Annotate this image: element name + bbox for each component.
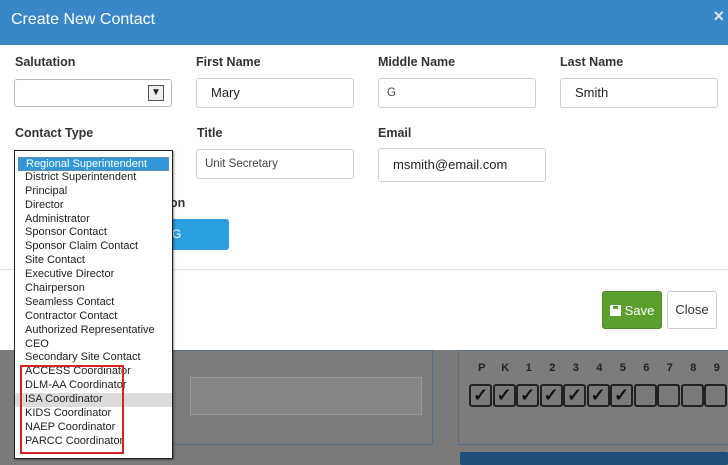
save-label: Save	[624, 302, 655, 318]
title-field[interactable]: Unit Secretary	[196, 149, 354, 179]
grade-checkbox[interactable]	[633, 384, 657, 407]
contact-type-option[interactable]: Principal	[15, 185, 172, 199]
grade-label: 1	[525, 362, 532, 374]
contact-type-option[interactable]: Sponsor Contact	[15, 226, 172, 240]
grade-label: 4	[596, 362, 603, 374]
grade-checkbox[interactable]: ✓	[539, 384, 563, 407]
save-disk-icon	[609, 304, 621, 316]
grade-labels: PK12345678910	[470, 362, 728, 374]
first-name-field[interactable]: Mary	[196, 78, 354, 108]
last-name-field[interactable]: Smith	[560, 78, 718, 108]
grade-checkbox[interactable]: ✓	[586, 384, 610, 407]
email-label: Email	[378, 126, 412, 140]
contact-type-label: Contact Type	[15, 126, 94, 140]
grade-label: 2	[549, 362, 556, 374]
grade-checkbox[interactable]	[657, 384, 680, 407]
background-input	[190, 377, 422, 415]
grade-checkbox[interactable]	[704, 384, 727, 407]
contact-type-option[interactable]: Authorized Representative	[15, 324, 172, 338]
contact-type-option[interactable]: Sponsor Claim Contact	[15, 240, 172, 254]
contact-type-dropdown[interactable]: Regional Superintendent District Superint…	[14, 150, 173, 459]
last-name-label: Last Name	[560, 55, 624, 69]
modal-title: Create New Contact	[11, 11, 156, 28]
contact-type-option[interactable]: NAEP Coordinator	[15, 421, 172, 435]
contact-type-option[interactable]: CEO	[15, 338, 172, 352]
contact-type-option[interactable]: KIDS Coordinator	[15, 407, 172, 421]
close-icon[interactable]: ×	[713, 6, 724, 27]
contact-type-option[interactable]: Director	[15, 199, 172, 213]
contact-type-option[interactable]: Contractor Contact	[15, 310, 172, 324]
grade-checkbox[interactable]: ✓	[469, 384, 492, 407]
first-name-label: First Name	[196, 55, 261, 69]
title-label: Title	[197, 126, 223, 140]
grade-label: K	[501, 362, 510, 374]
contact-type-option[interactable]: Administrator	[15, 213, 172, 227]
middle-name-label: Middle Name	[378, 55, 456, 69]
grade-checkbox[interactable]: ✓	[516, 384, 539, 407]
grade-label: 3	[572, 362, 579, 374]
contact-type-option[interactable]: DLM-AA Coordinator	[15, 379, 172, 393]
contact-type-option[interactable]: Secondary Site Contact	[15, 351, 172, 365]
grade-checkbox[interactable]: ✓	[610, 384, 633, 407]
grade-label: 7	[666, 362, 673, 374]
salutation-label: Salutation	[15, 55, 76, 69]
grade-label: 6	[643, 362, 650, 374]
grade-label: P	[478, 362, 486, 374]
contact-type-option[interactable]: District Superintendent	[15, 171, 172, 185]
contact-type-option[interactable]: PARCC Coordinator	[15, 435, 172, 449]
middle-name-field[interactable]: G	[378, 78, 536, 108]
contact-type-option[interactable]: ACCESS Coordinator	[15, 365, 172, 379]
contact-type-option[interactable]: Site Contact	[15, 254, 172, 268]
grade-checkbox[interactable]	[680, 384, 704, 407]
save-button[interactable]: Save	[602, 291, 662, 329]
grade-label: 9	[713, 362, 720, 374]
grade-checkboxes: ✓ ✓ ✓ ✓ ✓ ✓ ✓	[469, 384, 728, 407]
email-field[interactable]: msmith@email.com	[378, 148, 546, 182]
contact-type-option[interactable]: Regional Superintendent	[18, 157, 169, 171]
grade-label: 8	[690, 362, 697, 374]
background-bar	[460, 452, 728, 465]
contact-type-option[interactable]: Chairperson	[15, 282, 172, 296]
grade-checkbox[interactable]: ✓	[492, 384, 516, 407]
salutation-select[interactable]: ▼	[14, 79, 172, 107]
contact-type-option[interactable]: Executive Director	[15, 268, 172, 282]
contact-type-option[interactable]: Seamless Contact	[15, 296, 172, 310]
grade-checkbox[interactable]: ✓	[563, 384, 586, 407]
modal-header: Create New Contact ×	[0, 0, 728, 45]
close-button[interactable]: Close	[667, 291, 717, 329]
chevron-down-icon[interactable]: ▼	[148, 85, 164, 101]
contact-type-option[interactable]: ISA Coordinator	[15, 393, 172, 408]
grade-label: 5	[619, 362, 626, 374]
